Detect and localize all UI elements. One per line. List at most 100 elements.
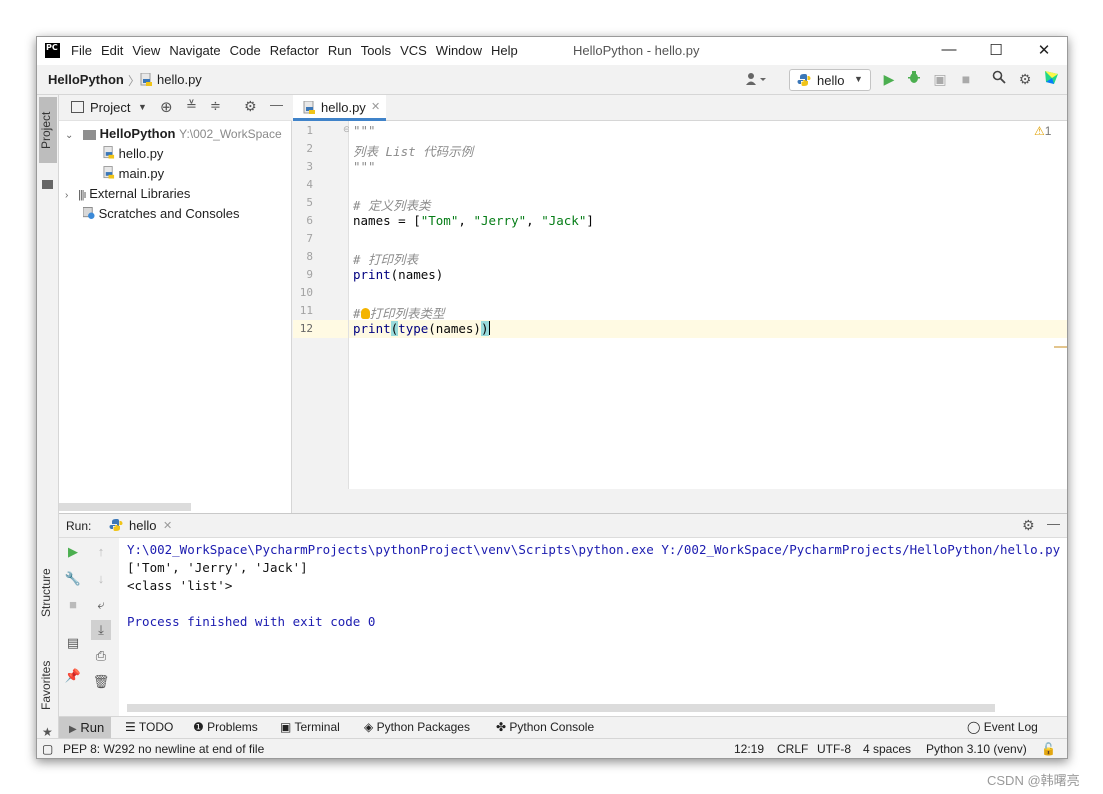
- folder-icon: [42, 180, 53, 189]
- window-title: HelloPython - hello.py: [573, 43, 700, 58]
- event-log[interactable]: ◯ Event Log: [967, 720, 1038, 734]
- tree-file-main[interactable]: main.py: [103, 166, 164, 181]
- pin-icon[interactable]: 📌: [63, 666, 83, 686]
- console-line: Y:\002_WorkSpace\PycharmProjects\pythonP…: [127, 542, 1061, 557]
- chevron-right-icon[interactable]: ›: [65, 190, 68, 201]
- tool-window-terminal[interactable]: ▣ Terminal: [280, 720, 340, 734]
- status-message[interactable]: PEP 8: W292 no newline at end of file: [63, 742, 264, 756]
- hide-panel-icon[interactable]: —: [270, 97, 283, 112]
- tool-window-problems[interactable]: ❶ Problems: [193, 720, 258, 734]
- minimize-button[interactable]: —: [939, 41, 959, 61]
- python-file-icon: [103, 146, 115, 159]
- menu-window[interactable]: Window: [436, 43, 482, 58]
- indent-setting[interactable]: 4 spaces: [863, 742, 911, 756]
- scroll-up-icon[interactable]: ↑: [91, 542, 111, 562]
- file-encoding[interactable]: UTF-8: [817, 742, 851, 756]
- lock-icon[interactable]: 🔓: [1041, 742, 1056, 756]
- stop-icon[interactable]: ■: [63, 595, 83, 615]
- run-tool-window: Run: hello ✕ ⚙ — ▶ ↑ 🔧 ↓ ■ ⤶ ⤓ ▤ ⎙ 📌 🗑 Y…: [59, 513, 1067, 717]
- hide-panel-icon[interactable]: —: [1047, 516, 1060, 531]
- status-bar: ▢ PEP 8: W292 no newline at end of file …: [37, 738, 1067, 758]
- scroll-to-end-icon[interactable]: ⤓: [91, 620, 111, 640]
- trash-icon[interactable]: 🗑: [91, 672, 111, 692]
- menu-code[interactable]: Code: [230, 43, 261, 58]
- tool-window-run[interactable]: ▶ Run: [59, 717, 111, 738]
- coverage-icon[interactable]: ▣: [931, 70, 949, 88]
- close-tab-icon[interactable]: ✕: [371, 100, 380, 113]
- run-icon[interactable]: ▶: [880, 70, 898, 88]
- collapse-all-icon[interactable]: ≑: [210, 98, 221, 114]
- menu-edit[interactable]: Edit: [101, 43, 123, 58]
- project-view-select[interactable]: Project: [90, 100, 130, 115]
- tool-window-todo[interactable]: ☰ TODO: [125, 720, 173, 734]
- rerun-icon[interactable]: ▶: [63, 542, 83, 562]
- folder-icon: [83, 130, 97, 140]
- tree-root-project[interactable]: ⌄ HelloPython Y:\002_WorkSpace: [65, 126, 282, 141]
- maximize-button[interactable]: ☐: [986, 41, 1006, 61]
- layout-icon[interactable]: ▤: [63, 633, 83, 653]
- packages-icon: ◈: [364, 720, 374, 734]
- tool-window-python-console[interactable]: ✤ Python Console: [496, 720, 594, 734]
- line-number: 4: [306, 178, 313, 191]
- line-number: 6: [306, 214, 313, 227]
- scroll-down-icon[interactable]: ↓: [91, 569, 111, 589]
- python-interpreter[interactable]: Python 3.10 (venv): [926, 742, 1027, 756]
- tree-external-libraries[interactable]: › |||ı External Libraries: [65, 186, 190, 201]
- run-tab-hello[interactable]: hello: [129, 518, 156, 533]
- structure-tool-tab[interactable]: Structure: [39, 547, 53, 617]
- warning-indicator[interactable]: ⚠1: [1034, 124, 1051, 138]
- user-account-icon[interactable]: [745, 72, 767, 89]
- wrench-icon[interactable]: 🔧: [63, 569, 83, 589]
- menu-navigate[interactable]: Navigate: [169, 43, 220, 58]
- menu-refactor[interactable]: Refactor: [270, 43, 319, 58]
- warning-stripe-marker[interactable]: [1054, 346, 1067, 348]
- python-console-icon: ✤: [496, 720, 507, 734]
- line-separator[interactable]: CRLF: [777, 742, 808, 756]
- menu-tools[interactable]: Tools: [361, 43, 391, 58]
- search-icon[interactable]: [990, 70, 1008, 88]
- previous-highlight-icon[interactable]: ⌃: [1067, 124, 1068, 137]
- favorites-tool-tab[interactable]: Favorites: [39, 640, 53, 710]
- print-icon[interactable]: ⎙: [91, 646, 111, 666]
- run-panel-header: Run: hello ✕ ⚙ —: [59, 514, 1067, 538]
- tree-file-hello[interactable]: hello.py: [103, 146, 163, 161]
- chevron-down-icon[interactable]: ⌄: [65, 130, 73, 141]
- menu-view[interactable]: View: [132, 43, 160, 58]
- code-line-11: # 打印列表类型: [353, 306, 445, 321]
- debug-icon[interactable]: [905, 70, 923, 88]
- breadcrumb-file[interactable]: hello.py: [157, 72, 202, 87]
- code-editor[interactable]: """ 列表 List 代码示例 """ # 定义列表类 names = ["T…: [349, 121, 1068, 489]
- close-tab-icon[interactable]: ✕: [163, 519, 172, 532]
- menu-vcs[interactable]: VCS: [400, 43, 427, 58]
- tab-hello-py[interactable]: hello.py ✕: [293, 95, 386, 121]
- line-number: 10: [299, 286, 313, 299]
- tree-scratches[interactable]: Scratches and Consoles: [83, 206, 240, 221]
- expand-all-icon[interactable]: ≚: [186, 98, 197, 114]
- stop-icon[interactable]: ■: [957, 70, 975, 88]
- chevron-down-icon[interactable]: ▼: [138, 102, 147, 112]
- console-horizontal-scrollbar[interactable]: [127, 704, 995, 712]
- python-icon: [109, 518, 123, 535]
- run-configuration-select[interactable]: hello ▼: [789, 69, 871, 91]
- menu-run[interactable]: Run: [328, 43, 352, 58]
- tool-window-python-packages[interactable]: ◈ Python Packages: [364, 720, 470, 734]
- breadcrumb-project[interactable]: HelloPython: [48, 72, 124, 87]
- locate-target-icon[interactable]: ⊕: [160, 98, 173, 116]
- run-icon: ▶: [69, 724, 77, 735]
- code-line-1: """: [353, 123, 376, 138]
- code-line-5: # 定义列表类: [353, 198, 431, 213]
- gear-icon[interactable]: ⚙: [1022, 517, 1035, 534]
- close-button[interactable]: ✕: [1034, 41, 1054, 61]
- settings-gear-icon[interactable]: ⚙: [1016, 70, 1034, 88]
- project-tool-tab[interactable]: Project: [39, 97, 57, 163]
- menu-help[interactable]: Help: [491, 43, 518, 58]
- toggle-tool-windows-icon[interactable]: ▢: [42, 742, 53, 756]
- jetbrains-toolbox-icon[interactable]: [1042, 70, 1060, 88]
- menu-file[interactable]: File: [71, 43, 92, 58]
- soft-wrap-icon[interactable]: ⤶: [91, 595, 111, 615]
- project-horizontal-scrollbar[interactable]: [59, 503, 191, 511]
- console-output[interactable]: Y:\002_WorkSpace\PycharmProjects\pythonP…: [127, 542, 1067, 702]
- caret-position[interactable]: 12:19: [734, 742, 764, 756]
- intention-bulb-icon[interactable]: [360, 308, 370, 319]
- gear-icon[interactable]: ⚙: [244, 98, 257, 115]
